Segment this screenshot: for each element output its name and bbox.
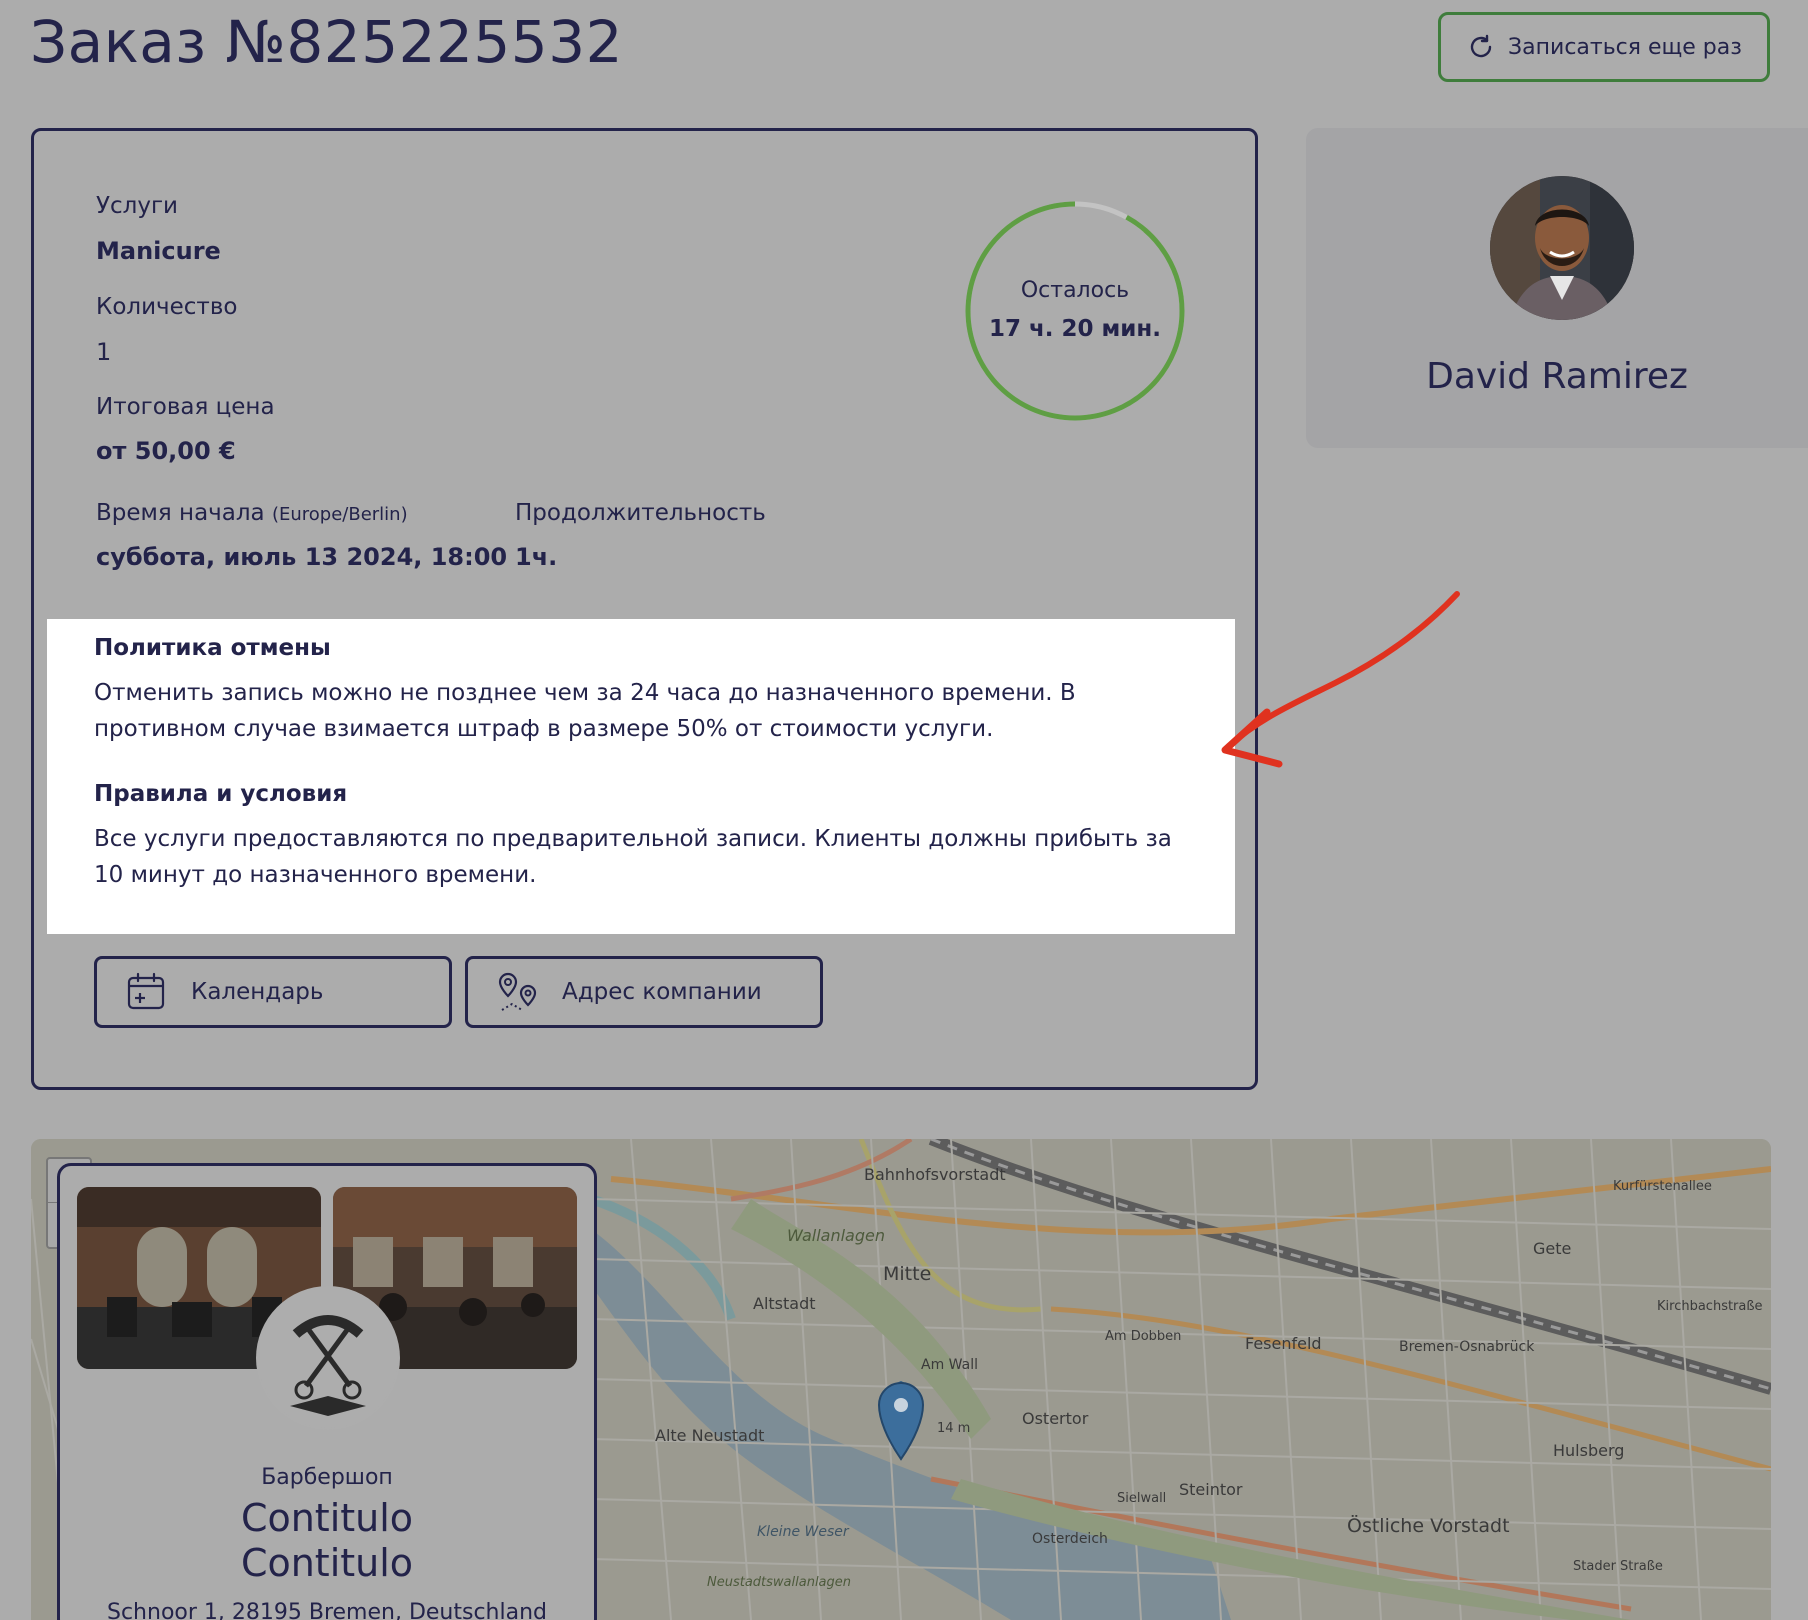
map-label: Am Wall [921,1357,978,1373]
map-label: Altstadt [753,1294,816,1313]
map-label: Kleine Weser [757,1524,849,1540]
map-label: Gete [1533,1239,1572,1258]
calendar-label: Календарь [191,979,324,1005]
company-subname: Contitulo [240,1541,414,1585]
map-label: Steintor [1179,1480,1243,1499]
duration-label: Продолжительность [515,500,766,526]
quantity-label: Количество [96,294,238,320]
calendar-button[interactable]: Календарь [94,956,452,1028]
barbershop-logo [256,1286,400,1430]
map-label: Neustadtswallanlagen [707,1575,852,1590]
map-label: Stader Straße [1573,1559,1663,1574]
services-value: Manicure [96,237,221,265]
total-value: от 50,00 € [96,437,236,465]
timer-value: 17 ч. 20 мин. [988,316,1162,342]
map-label: Ostertor [1022,1409,1089,1428]
company-card: Барбершоп Contitulo Contitulo Schnoor 1,… [57,1163,597,1620]
services-label: Услуги [96,193,179,219]
page-title: Заказ №825225532 [30,8,624,76]
map-label: Am Dobben [1105,1329,1182,1344]
duration-value: 1ч. [515,543,558,571]
map-label: Östliche Vorstadt [1347,1515,1510,1537]
company-address: Schnoor 1, 28195 Bremen, Deutschland [107,1600,547,1620]
rebook-button[interactable]: Записаться еще раз [1438,12,1770,82]
avatar [1490,176,1634,320]
terms-title: Правила и условия [94,781,348,807]
company-name: Contitulo [240,1496,414,1540]
cancel-policy-text: Отменить запись можно не позднее чем за … [94,680,1076,742]
terms-text: Все услуги предоставляются по предварите… [94,826,1172,888]
map-label: Fesenfeld [1245,1334,1322,1353]
map-label: Mitte [883,1263,932,1285]
annotation-arrow-icon [1221,591,1460,768]
map-label: Wallanlagen [787,1226,885,1245]
master-card[interactable]: David Ramirez [1306,128,1808,448]
map-label: Bremen-Osnabrück [1399,1339,1535,1355]
company-type: Барбершоп [261,1465,393,1490]
refresh-icon [1470,34,1492,58]
company-address-button[interactable]: Адрес компании [465,956,823,1028]
map-pin-icon [498,972,537,1011]
company-map[interactable]: Bahnhofsvorstadt Wallanlagen Mitte Altst… [31,1139,1771,1620]
map-label: Kirchbachstraße [1657,1299,1763,1314]
rebook-label: Записаться еще раз [1508,34,1742,60]
start-timezone: (Europe/Berlin) [271,504,408,525]
map-label: Osterdeich [1032,1531,1108,1547]
map-label: Alte Neustadt [655,1426,765,1445]
start-label-text: Время начала [96,500,265,526]
company-address-label: Адрес компании [562,979,762,1005]
timer-ring [965,201,1185,421]
start-label: Время начала (Europe/Berlin) [96,500,408,526]
master-name: David Ramirez [1426,356,1688,397]
calendar-icon [127,972,165,1010]
map-label: Hulsberg [1553,1441,1625,1460]
timer-label: Осталось [1020,278,1130,303]
map-label: Bahnhofsvorstadt [864,1165,1006,1184]
time-remaining-timer: Осталось 17 ч. 20 мин. [964,200,1186,422]
map-label: 14 m [937,1421,971,1436]
start-value: суббота, июль 13 2024, 18:00 [96,543,508,571]
cancel-policy-title: Политика отмены [94,635,331,661]
quantity-value: 1 [96,338,112,366]
map-label: Kurfürstenallee [1613,1179,1712,1194]
map-label: Sielwall [1117,1491,1167,1506]
total-label: Итоговая цена [96,394,275,420]
policy-section: Политика отмены Отменить запись можно не… [47,619,1235,934]
